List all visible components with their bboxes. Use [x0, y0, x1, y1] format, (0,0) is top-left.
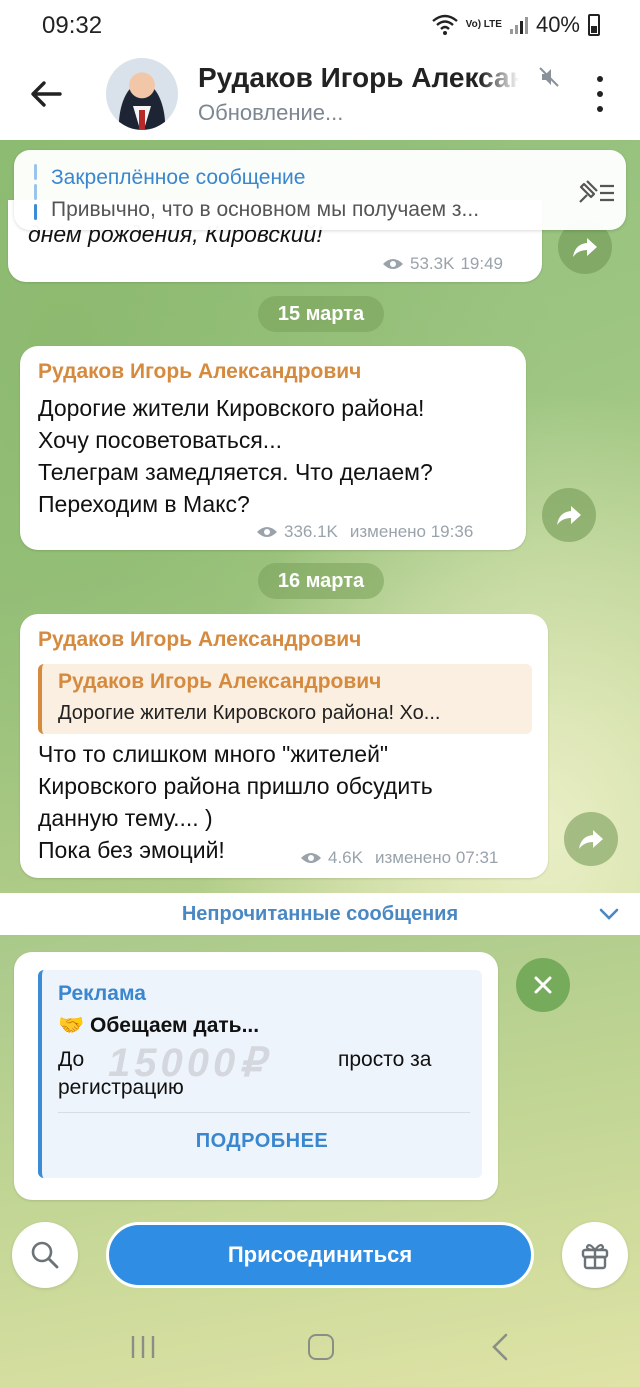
unread-messages-bar[interactable]: Непрочитанные сообщения	[0, 893, 640, 935]
pinned-indicator	[34, 164, 37, 220]
pinned-title: Закреплённое сообщение	[51, 166, 306, 189]
message-meta: 4.6K изменено 07:31	[300, 848, 498, 868]
battery-percent: 40%	[535, 12, 580, 37]
views-icon	[383, 259, 403, 269]
share-icon	[573, 238, 597, 257]
status-icons: Vo) LTE 40%	[431, 12, 600, 38]
search-button[interactable]	[12, 1222, 78, 1288]
home-icon[interactable]	[308, 1334, 334, 1360]
message-author[interactable]: Рудаков Игорь Александрович	[38, 628, 361, 652]
message-text: Дорогие жители Кировского района! Хочу п…	[38, 395, 433, 517]
avatar[interactable]	[106, 58, 178, 130]
pinned-list-icon[interactable]	[574, 176, 618, 208]
message-time: 19:49	[460, 254, 503, 273]
message-author[interactable]: Рудаков Игорь Александрович	[38, 360, 361, 384]
chevron-down-icon[interactable]	[598, 905, 620, 923]
quote-author: Рудаков Игорь Александрович	[58, 670, 382, 693]
ad-title: 🤝 Обещаем дать...	[58, 1014, 260, 1037]
ad-text-suffix-2: регистрацию	[58, 1076, 184, 1099]
forward-button[interactable]	[564, 812, 618, 866]
ad-label: Реклама	[58, 982, 146, 1005]
chat-subtitle: Обновление...	[198, 100, 344, 125]
ad-text-prefix: До	[58, 1048, 85, 1071]
ad-text-suffix: просто за	[338, 1048, 432, 1071]
message-time: изменено 19:36	[349, 522, 474, 541]
close-ad-button[interactable]	[516, 958, 570, 1012]
divider	[58, 1112, 470, 1113]
back-arrow-icon[interactable]	[26, 74, 66, 114]
system-nav-bar	[0, 1300, 640, 1387]
reply-quote[interactable]: Рудаков Игорь Александрович Дорогие жите…	[38, 664, 532, 734]
ad-more-button[interactable]: ПОДРОБНЕЕ	[42, 1130, 482, 1153]
quote-text: Дорогие жители Кировского района! Хо...	[58, 702, 441, 724]
close-icon	[534, 976, 552, 994]
message-meta: 53.3K 19:49	[382, 254, 503, 274]
message-meta: 336.1K изменено 19:36	[256, 522, 473, 542]
share-icon	[579, 830, 603, 849]
sponsored-message[interactable]: Реклама 🤝 Обещаем дать... До 15000₽ прос…	[14, 952, 498, 1200]
views-icon	[257, 527, 277, 537]
date-separator: 16 марта	[258, 563, 384, 599]
views-count: 4.6K	[328, 848, 363, 867]
forward-button[interactable]	[542, 488, 596, 542]
chat-header: Рудаков Игорь Александрович Обновление..…	[0, 50, 640, 140]
battery-icon	[588, 14, 600, 36]
date-separator: 15 марта	[258, 296, 384, 332]
share-icon	[557, 506, 581, 525]
views-count: 336.1K	[284, 522, 338, 541]
gift-icon	[581, 1243, 609, 1270]
views-count: 53.3K	[410, 254, 455, 273]
message-text: Что то слишком много "жителей" Кировског…	[38, 741, 433, 863]
lte-indicator: Vo) LTE	[465, 19, 502, 30]
status-bar: 09:32 Vo) LTE 40%	[0, 0, 640, 50]
recent-apps-icon[interactable]	[128, 1334, 158, 1360]
join-channel-button[interactable]: Присоединиться	[106, 1222, 534, 1288]
message-bubble[interactable]: Рудаков Игорь Александрович Рудаков Игор…	[20, 614, 548, 878]
wifi-icon	[431, 14, 458, 35]
message-time: изменено 07:31	[374, 848, 499, 867]
pinned-text: Привычно, что в основном мы получаем з..…	[51, 198, 480, 221]
search-icon	[31, 1241, 59, 1269]
nav-back-icon[interactable]	[490, 1332, 510, 1362]
message-bubble[interactable]: Рудаков Игорь Александрович Дорогие жите…	[20, 346, 526, 550]
ad-card[interactable]: Реклама 🤝 Обещаем дать... До 15000₽ прос…	[38, 970, 482, 1178]
signal-icon	[509, 16, 528, 34]
more-options-icon[interactable]	[588, 76, 612, 112]
unread-label: Непрочитанные сообщения	[181, 903, 459, 925]
pinned-message[interactable]: Закреплённое сообщение Привычно, что в о…	[14, 150, 626, 230]
views-icon	[301, 853, 321, 863]
status-time: 09:32	[42, 12, 103, 39]
bottom-bar: Присоединиться	[0, 1210, 640, 1300]
gift-button[interactable]	[562, 1222, 628, 1288]
muted-icon	[539, 67, 559, 87]
